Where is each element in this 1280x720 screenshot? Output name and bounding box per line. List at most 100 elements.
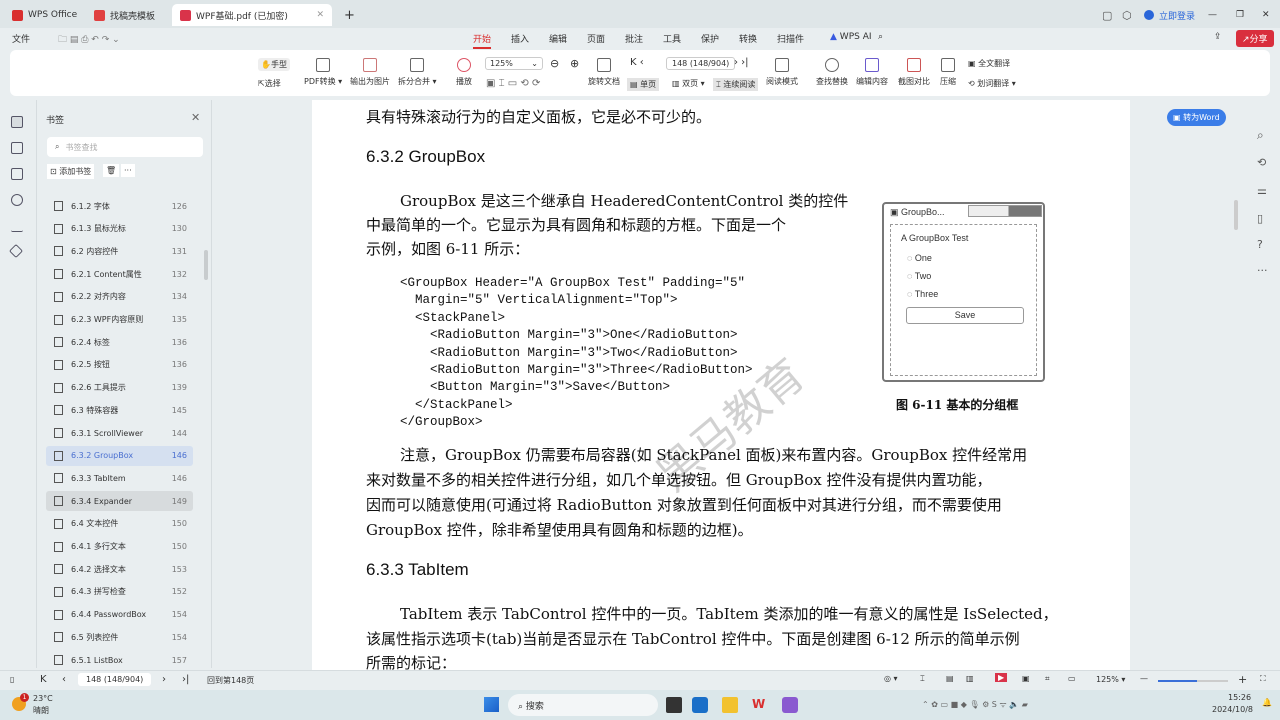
bookmark-item[interactable]: 6.5 列表控件 154 [46, 627, 193, 647]
close-tab-icon[interactable]: ✕ [316, 10, 324, 20]
settings-sliders-icon[interactable]: ⚌ [1257, 184, 1267, 197]
menu-page[interactable]: 页面 [587, 32, 605, 45]
bookmark-item[interactable]: 6.5.1 ListBox 157 [46, 650, 193, 670]
attachment-icon[interactable] [11, 194, 23, 206]
wps-ai-menu[interactable]: ▲ WPS AI [830, 32, 872, 42]
status-zoom-select[interactable]: 125% ▾ [1096, 675, 1125, 684]
bookmark-item[interactable]: 6.3.2 GroupBox 146 [46, 445, 193, 466]
delete-icon[interactable]: 🗑 [103, 164, 120, 177]
edit-content-button[interactable]: 编辑内容 [856, 58, 888, 87]
login-button[interactable]: 立即登录 [1136, 4, 1203, 26]
single-page-button[interactable]: ▤ 单页 [627, 78, 660, 91]
bookmark-item[interactable]: 6.4.2 选择文本 153 [46, 559, 193, 579]
fit-page-icon[interactable]: ⌗ [1045, 674, 1050, 684]
bookmark-item[interactable]: 6.4.4 PasswordBox 154 [46, 605, 193, 625]
bookmark-item[interactable]: 6.2.1 Content属性 132 [46, 264, 193, 284]
start-button[interactable] [484, 697, 499, 712]
more-icon[interactable]: ··· [1257, 264, 1268, 277]
full-translate-button[interactable]: ▣ 全文翻译 [968, 58, 1010, 69]
find-replace-button[interactable]: 查找替换 [816, 58, 848, 87]
tray-icons[interactable]: ⌃ ✿ ▭ ■ ◆ 🎙 ⚙ S ᯤ 🔈 ▰ [922, 699, 1028, 710]
add-bookmark-button[interactable]: ⊡ 添加书签 [47, 164, 95, 179]
notification-bell-icon[interactable]: 🔔 [1262, 698, 1272, 707]
continuous-icon[interactable]: ⌶ [920, 674, 925, 684]
fit-width-icon[interactable]: ▣ [1022, 674, 1030, 683]
page-input[interactable]: 148 (148/904) [666, 57, 736, 70]
share-button[interactable]: ↗分享 [1236, 30, 1274, 47]
menu-start[interactable]: 开始 [473, 32, 492, 49]
clock-date[interactable]: 2024/10/8 [1212, 705, 1253, 714]
export-image-button[interactable]: 输出为图片 [350, 58, 390, 87]
sidebar-toggle-icon[interactable]: ▯ [10, 675, 14, 684]
bookmark-item[interactable]: 6.4.3 拼写检查 152 [46, 582, 193, 602]
last-page-icon[interactable]: ›| [182, 674, 189, 685]
continuous-read-button[interactable]: ⌶ 连续阅读 [713, 78, 759, 91]
bookmark-item[interactable]: 6.3.3 TabItem 146 [46, 468, 193, 488]
book-search-icon[interactable]: ▯ [1257, 212, 1263, 225]
bookmark-item[interactable]: 6.3 特殊容器 145 [46, 400, 193, 420]
fullscreen-icon[interactable]: ⛶ [1260, 674, 1266, 684]
search-icon[interactable]: ⌕ [1257, 128, 1264, 143]
menu-edit[interactable]: 编辑 [549, 32, 567, 45]
menu-insert[interactable]: 插入 [511, 32, 529, 45]
panel-scrollbar[interactable] [204, 250, 208, 280]
single-page-icon[interactable]: ▤ [946, 674, 954, 683]
menu-annotate[interactable]: 批注 [625, 32, 643, 45]
quick-access-icons[interactable]: 🗀 ▤ ⎙ ↶ ↷ ⌄ [58, 32, 120, 48]
double-page-icon[interactable]: ▥ [966, 674, 974, 683]
bookmark-item[interactable]: 6.2.4 标签 136 [46, 332, 193, 352]
status-page-input[interactable]: 148 (148/904) [78, 673, 152, 686]
zoom-out-button[interactable]: — [1140, 674, 1148, 683]
app-icon-store[interactable] [692, 697, 708, 713]
screenshot-compare-button[interactable]: 截图对比 [898, 58, 930, 87]
clock-time[interactable]: 15:26 [1228, 693, 1251, 702]
bookmark-item[interactable]: 6.4 文本控件 150 [46, 514, 193, 534]
translate-icon[interactable]: ⟲ [1257, 156, 1266, 169]
comment-icon[interactable] [11, 168, 23, 180]
new-tab-button[interactable]: + [336, 4, 363, 26]
app-icon-wps[interactable]: W [752, 697, 768, 713]
bookmark-item[interactable]: 6.3.4 Expander 149 [46, 491, 193, 512]
bookmark-item[interactable]: 6.2.2 对齐内容 134 [46, 287, 193, 307]
close-panel-icon[interactable]: ✕ [191, 111, 200, 124]
bookmark-item[interactable]: 6.1.2 字体 126 [46, 196, 193, 216]
bookmark-item[interactable]: 6.4.1 多行文本 150 [46, 537, 193, 557]
tab-template[interactable]: 找稿壳模板 [86, 4, 163, 26]
hand-tool-button[interactable]: ✋手型 [258, 58, 290, 71]
read-mode-button[interactable]: 阅读模式 [766, 58, 798, 87]
restore-button[interactable]: ❐ [1228, 4, 1252, 26]
thumbnail-icon[interactable] [11, 142, 23, 154]
taskbar-search[interactable]: ⌕ 搜索 [508, 694, 658, 716]
tab-pdf[interactable]: WPF基础.pdf (已加密) ✕ [172, 4, 332, 26]
eye-icon[interactable]: ◎ ▾ [884, 674, 898, 683]
back-to-page-link[interactable]: 回到第148页 [207, 675, 254, 686]
compress-button[interactable]: 压缩 [940, 58, 956, 87]
file-menu[interactable]: 文件 [12, 32, 30, 45]
app-icon-terminal[interactable] [666, 697, 682, 713]
first-page-icon[interactable]: K ‹ [630, 57, 644, 68]
pdf-convert-button[interactable]: PDF转换 ▾ [304, 58, 342, 87]
prev-page-icon[interactable]: ‹ [62, 674, 66, 685]
zoom-out-icon[interactable]: ⊖ [550, 57, 559, 70]
menu-protect[interactable]: 保护 [701, 32, 719, 45]
convert-to-word-button[interactable]: ▣ 转为Word [1167, 109, 1226, 126]
app-icon-visual-studio[interactable] [782, 697, 798, 713]
bookmark-item[interactable]: 6.3.1 ScrollViewer 144 [46, 423, 193, 443]
next-page-icon[interactable]: › ›| [734, 57, 749, 68]
play-icon[interactable]: ▶ [995, 673, 1008, 682]
bookmark-item[interactable]: 6.2.5 按钮 136 [46, 355, 193, 375]
bookmark-item[interactable]: 6.2.3 WPF内容原则 135 [46, 310, 193, 330]
help-icon[interactable]: ? [1257, 238, 1263, 251]
layers-icon[interactable] [8, 243, 24, 259]
app-icon-explorer[interactable] [722, 697, 738, 713]
zoom-select[interactable]: 125% ⌄ [485, 57, 543, 70]
bookmark-icon[interactable] [11, 116, 23, 128]
page-scrollbar[interactable] [1234, 200, 1238, 230]
zoom-in-icon[interactable]: ⊕ [570, 57, 579, 70]
minimize-button[interactable]: — [1200, 4, 1225, 26]
next-page-icon[interactable]: › [162, 674, 166, 685]
zoom-in-button[interactable]: + [1238, 673, 1247, 686]
bookmark-search-input[interactable]: ⌕ 书签查找 [47, 137, 203, 157]
word-translate-button[interactable]: ⟲ 划词翻译 ▾ [968, 78, 1016, 89]
select-tool-button[interactable]: ⇱选择 [258, 78, 281, 89]
